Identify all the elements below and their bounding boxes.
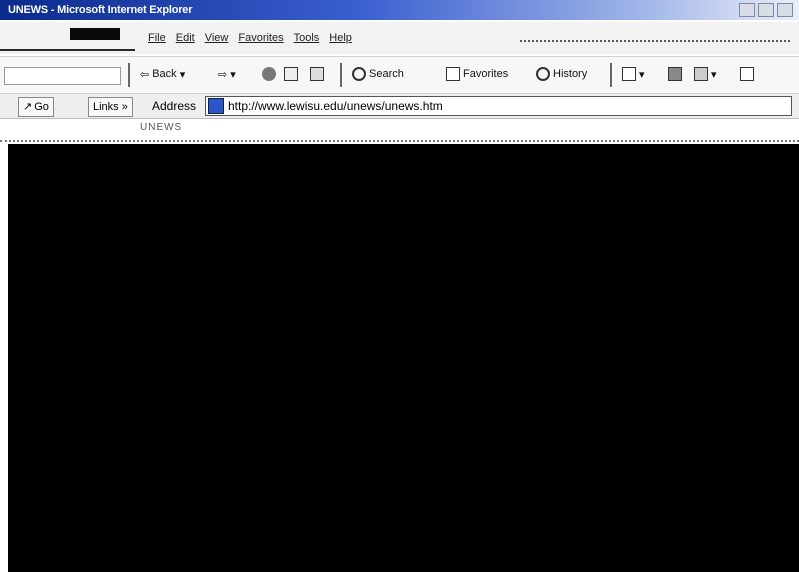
menu-help[interactable]: Help xyxy=(329,32,352,44)
window-controls xyxy=(739,3,793,17)
toolbar-separator xyxy=(128,63,130,87)
discuss-icon xyxy=(740,67,754,81)
address-toolbar: ↗ Go Links » Address http://www.lewisu.e… xyxy=(0,94,799,119)
history-button[interactable]: History xyxy=(536,65,587,83)
edit-button[interactable]: ▾ xyxy=(694,65,717,83)
mail-button[interactable]: ▾ xyxy=(622,65,645,83)
minimize-button[interactable] xyxy=(739,3,755,17)
favorites-button[interactable]: Favorites xyxy=(446,65,508,83)
history-icon xyxy=(536,67,550,81)
forward-button[interactable]: ⇨ ▾ xyxy=(218,65,236,83)
menu-file[interactable]: File xyxy=(148,32,166,44)
windows-logo-icon xyxy=(70,28,120,40)
history-label: History xyxy=(553,68,588,80)
print-icon xyxy=(668,67,682,81)
address-input[interactable]: http://www.lewisu.edu/unews/unews.htm xyxy=(205,96,792,116)
print-button[interactable] xyxy=(668,65,682,83)
menu-view[interactable]: View xyxy=(205,32,229,44)
go-arrow-icon: ↗ xyxy=(23,101,33,113)
stop-button[interactable] xyxy=(262,65,276,83)
back-dropdown-icon[interactable]: ▾ xyxy=(180,68,186,81)
edit-dropdown-icon[interactable]: ▾ xyxy=(711,68,717,81)
search-label: Search xyxy=(369,68,404,80)
search-icon xyxy=(352,67,366,81)
page-content-area xyxy=(8,144,799,572)
favorites-icon xyxy=(446,67,460,81)
edit-icon xyxy=(694,67,708,81)
menu-bar: File Edit View Favorites Tools Help xyxy=(0,22,799,54)
mail-dropdown-icon[interactable]: ▾ xyxy=(639,68,645,81)
menu-items: File Edit View Favorites Tools Help xyxy=(148,32,352,44)
close-button[interactable] xyxy=(777,3,793,17)
toolbar-separator xyxy=(610,63,612,87)
refresh-icon xyxy=(284,67,298,81)
mail-icon xyxy=(622,67,636,81)
go-button[interactable]: ↗ Go xyxy=(18,97,54,117)
menu-edit[interactable]: Edit xyxy=(176,32,195,44)
discuss-button[interactable] xyxy=(740,65,754,83)
window-title: UNEWS - Microsoft Internet Explorer xyxy=(8,4,193,16)
page-icon xyxy=(208,98,224,114)
links-button[interactable]: Links » xyxy=(88,97,133,117)
links-label: Links xyxy=(93,101,119,113)
menu-dotted-line xyxy=(520,40,790,42)
forward-dropdown-icon[interactable]: ▾ xyxy=(230,68,236,81)
page-header-fragment: UNEWS xyxy=(140,122,183,133)
links-chevron-icon: » xyxy=(121,101,128,113)
back-label: Back xyxy=(152,68,177,80)
forward-arrow-icon: ⇨ xyxy=(218,68,228,81)
stop-icon xyxy=(262,67,276,81)
back-button[interactable]: ⇦ Back ▾ xyxy=(140,65,185,83)
toolbar-left-panel xyxy=(4,67,121,85)
favorites-label: Favorites xyxy=(463,68,509,80)
go-label: Go xyxy=(34,101,49,113)
header-dotted-line xyxy=(0,140,799,142)
menu-divider xyxy=(0,49,135,51)
menu-favorites[interactable]: Favorites xyxy=(238,32,283,44)
toolbar-separator xyxy=(340,63,342,87)
page-header-strip: UNEWS xyxy=(0,120,799,144)
address-url[interactable]: http://www.lewisu.edu/unews/unews.htm xyxy=(228,99,443,113)
home-button[interactable] xyxy=(310,65,324,83)
search-button[interactable]: Search xyxy=(352,65,404,83)
address-label: Address xyxy=(152,99,197,113)
menu-tools[interactable]: Tools xyxy=(294,32,320,44)
standard-toolbar: ⇦ Back ▾ ⇨ ▾ Search Favorites History ▾ … xyxy=(0,56,799,94)
refresh-button[interactable] xyxy=(284,65,298,83)
title-bar: UNEWS - Microsoft Internet Explorer xyxy=(0,0,799,20)
home-icon xyxy=(310,67,324,81)
maximize-button[interactable] xyxy=(758,3,774,17)
back-arrow-icon: ⇦ xyxy=(140,68,150,81)
